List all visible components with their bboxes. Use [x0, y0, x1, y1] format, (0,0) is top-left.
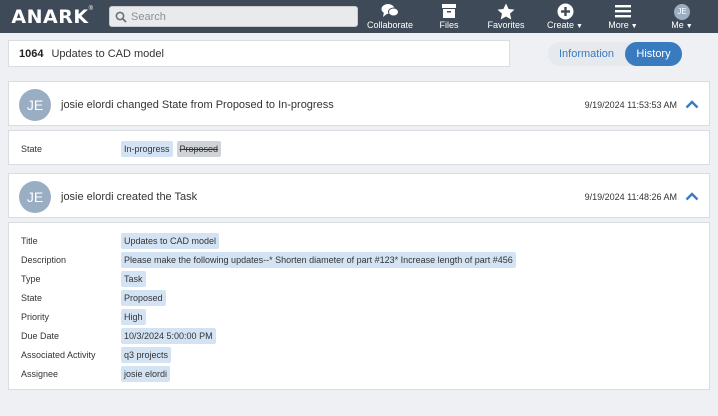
chevron-up-icon — [685, 192, 699, 201]
plus-circle-icon — [557, 3, 573, 19]
new-value-chip: In-progress — [121, 140, 173, 157]
search-icon — [115, 11, 127, 23]
history-event-details: Title Updates to CAD model Description P… — [8, 222, 710, 390]
field-label-due-date: Due Date — [21, 330, 60, 341]
search-box[interactable] — [109, 6, 358, 27]
user-avatar: JE — [674, 3, 690, 20]
nav-me-label: Me — [671, 20, 684, 30]
detail-row: Type Task — [9, 269, 709, 288]
field-label-assignee: Assignee — [21, 368, 59, 379]
detail-label: State — [21, 143, 43, 154]
nav-favorites-label: Favorites — [487, 20, 525, 30]
field-label-description: Description — [21, 254, 67, 265]
field-value-priority: High — [121, 308, 146, 325]
event-description: josie elordi created the Task — [61, 190, 198, 203]
nav-me[interactable]: JE Me ▼ — [669, 2, 695, 32]
chevron-down-icon: ▼ — [630, 23, 638, 30]
field-label-associated-activity: Associated Activity — [21, 349, 96, 360]
detail-row: Assignee josie elordi — [9, 364, 709, 383]
search-input[interactable] — [131, 10, 351, 23]
history-event-header: JE josie elordi changed State from Propo… — [8, 81, 710, 126]
old-value-chip: Proposed — [176, 140, 222, 157]
tab-history[interactable]: History — [625, 42, 682, 66]
task-title: Updates to CAD model — [51, 47, 164, 60]
task-id: 1064 — [19, 47, 44, 60]
chevron-up-icon — [685, 100, 699, 109]
history-event-header: JE josie elordi created the Task 9/19/20… — [8, 173, 710, 218]
nav-files[interactable]: Files — [435, 2, 463, 32]
history-event-details: State In-progress Proposed — [8, 130, 710, 165]
collapse-button[interactable] — [685, 100, 699, 109]
detail-row: Due Date 10/3/2024 5:00:00 PM — [9, 326, 709, 345]
field-label-priority: Priority — [21, 311, 50, 322]
field-value-assignee[interactable]: josie elordi — [121, 365, 171, 382]
chevron-down-icon: ▼ — [576, 23, 583, 30]
task-header: 1064 Updates to CAD model — [8, 40, 510, 67]
field-value-associated-activity[interactable]: q3 projects — [121, 346, 172, 363]
detail-row: Description Please make the following up… — [9, 250, 709, 269]
anark-logo[interactable]: ANARK ® — [7, 4, 93, 29]
nav-create-label: Create — [547, 20, 575, 30]
trademark-symbol: ® — [88, 6, 93, 12]
field-value-state: Proposed — [121, 289, 166, 306]
nav-collaborate[interactable]: Collaborate — [367, 2, 413, 32]
top-navbar: ANARK ® Collaborate Files Favorites — [0, 0, 718, 33]
field-value-due-date: 10/3/2024 5:00:00 PM — [121, 327, 216, 344]
nav-favorites[interactable]: Favorites — [487, 2, 525, 32]
nav-create[interactable]: Create ▼ — [545, 2, 585, 32]
nav-more-label: More — [608, 20, 629, 30]
field-value-title: Updates to CAD model — [121, 232, 220, 249]
field-label-type: Type — [21, 273, 41, 284]
nav-files-label: Files — [439, 20, 459, 30]
star-icon — [497, 3, 515, 19]
event-timestamp: 9/19/2024 11:48:26 AM — [584, 191, 677, 202]
detail-row: State Proposed — [9, 288, 709, 307]
avatar: JE — [19, 180, 51, 213]
archive-box-icon — [442, 4, 456, 18]
nav-more[interactable]: More ▼ — [606, 2, 640, 32]
field-label-title: Title — [21, 235, 38, 246]
view-tabs: Information History — [548, 42, 682, 66]
chat-bubbles-icon — [381, 4, 399, 17]
hamburger-menu-icon — [615, 5, 631, 18]
event-description: josie elordi changed State from Proposed… — [61, 98, 334, 111]
field-value-type: Task — [121, 270, 146, 287]
field-value-description: Please make the following updates--* Sho… — [121, 251, 516, 268]
avatar: JE — [19, 88, 51, 121]
event-timestamp: 9/19/2024 11:53:53 AM — [584, 99, 677, 110]
brand-name: ANARK — [11, 5, 89, 28]
chevron-down-icon: ▼ — [685, 23, 693, 30]
detail-row: State In-progress Proposed — [9, 139, 709, 158]
detail-row: Associated Activity q3 projects — [9, 345, 709, 364]
nav-collaborate-label: Collaborate — [366, 20, 414, 30]
detail-row: Priority High — [9, 307, 709, 326]
field-label-state: State — [21, 292, 43, 303]
detail-row: Title Updates to CAD model — [9, 231, 709, 250]
tab-information[interactable]: Information — [548, 42, 625, 66]
collapse-button[interactable] — [685, 192, 699, 201]
